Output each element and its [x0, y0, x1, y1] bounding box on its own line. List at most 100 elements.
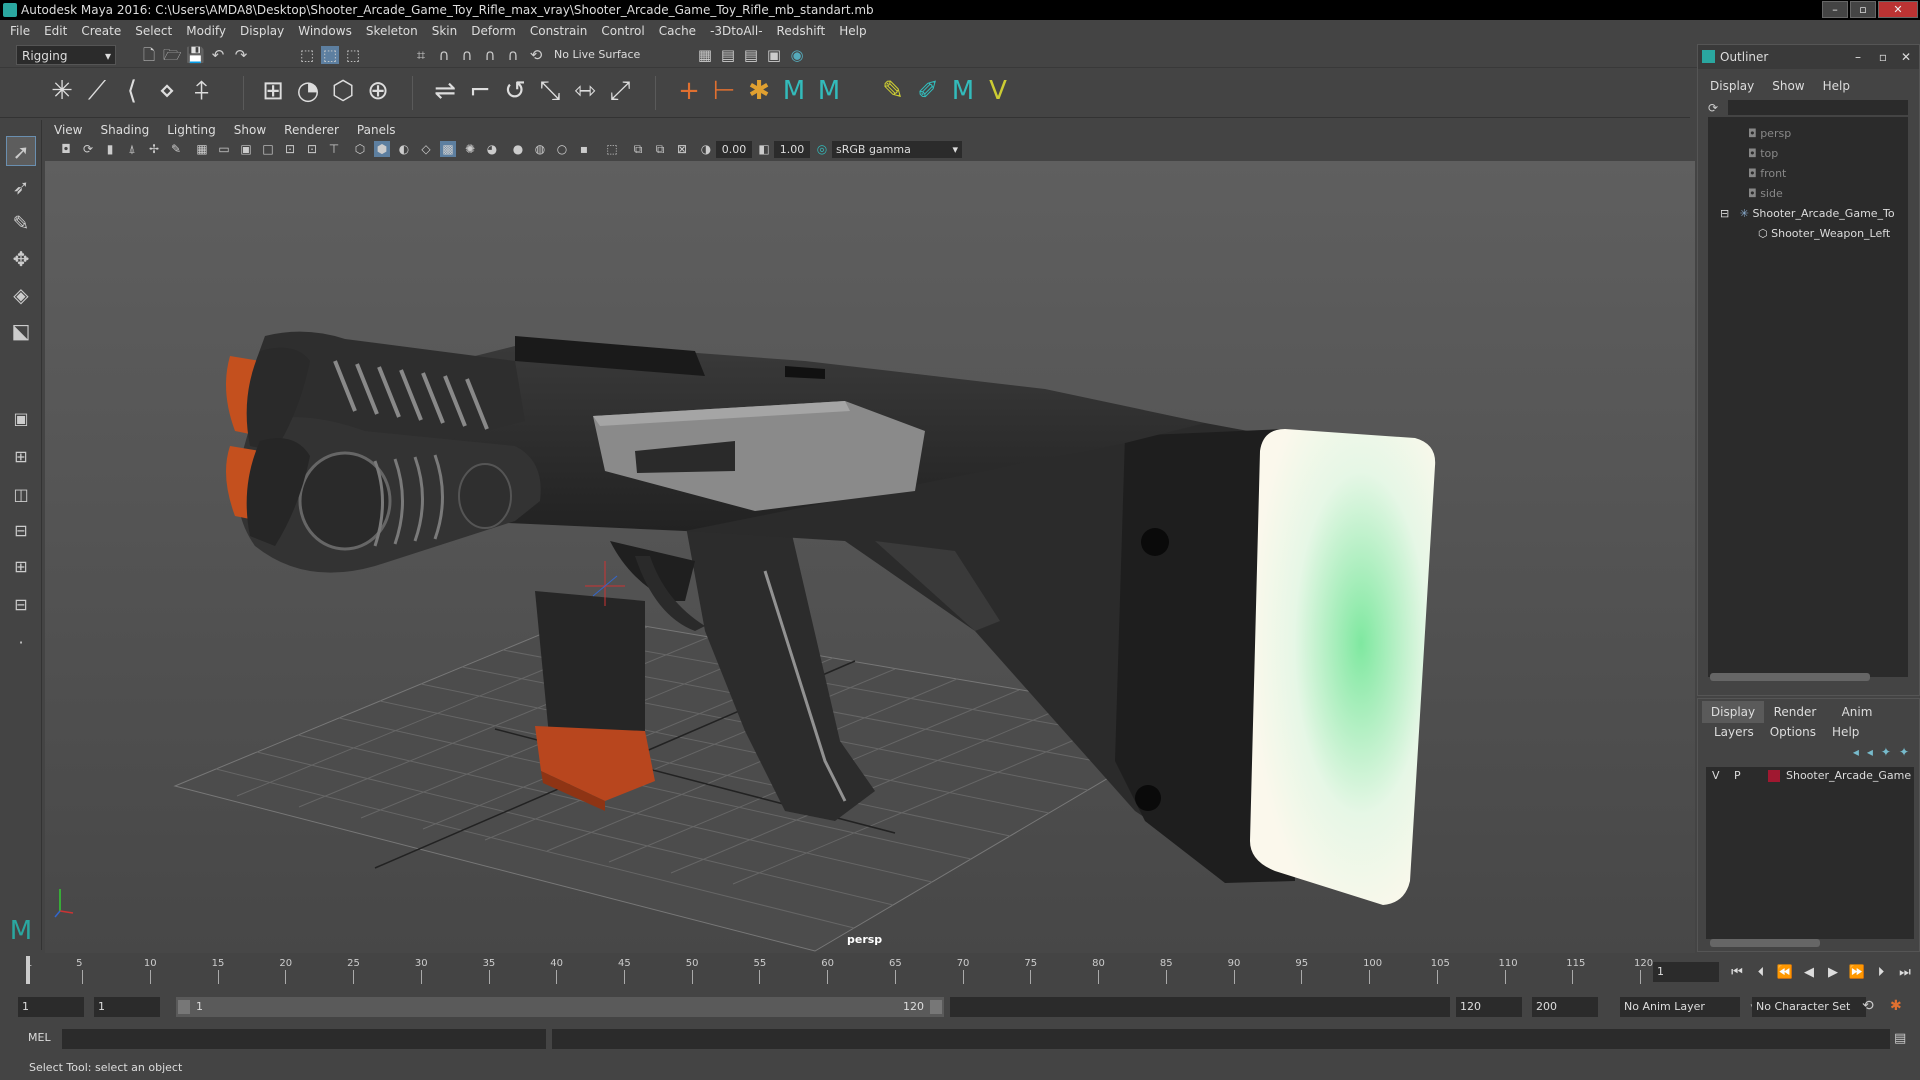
maya-tool-icon[interactable]: M — [777, 74, 811, 108]
outliner-search-input[interactable] — [1728, 100, 1908, 115]
panel-menu-view[interactable]: View — [54, 123, 82, 137]
exposure-field[interactable]: 0.00 — [716, 141, 752, 158]
bind-skin-icon[interactable]: ⊞ — [256, 74, 290, 108]
layer-menu-help[interactable]: Help — [1832, 725, 1859, 739]
select-component-icon[interactable]: ⬚ — [344, 46, 362, 64]
xray-icon[interactable]: ◇ — [418, 141, 434, 157]
close-icon[interactable]: ✕ — [1901, 45, 1911, 69]
menu-constrain[interactable]: Constrain — [530, 24, 588, 38]
time-slider[interactable]: 1510152025303540455055606570758085909510… — [0, 954, 1920, 988]
save-scene-icon[interactable]: 💾 — [186, 46, 205, 64]
menu-windows[interactable]: Windows — [298, 24, 352, 38]
move-layer-up-icon[interactable]: ◂ — [1853, 745, 1859, 759]
orient-constraint-icon[interactable]: ↺ — [498, 74, 532, 108]
go-to-end-icon[interactable]: ⏭ — [1896, 964, 1914, 982]
step-back-key-icon[interactable]: ⏪ — [1776, 964, 1794, 982]
maya-tool-icon[interactable]: M — [812, 74, 846, 108]
lattice-icon[interactable]: ⬡ — [326, 74, 360, 108]
layer-tab-display[interactable]: Display — [1702, 701, 1764, 723]
menu-edit[interactable]: Edit — [44, 24, 67, 38]
aim-constraint-icon[interactable]: ⌐ — [463, 74, 497, 108]
ambient-occlusion-icon[interactable]: ● — [510, 141, 526, 157]
vector-tool-icon[interactable]: V — [981, 74, 1015, 108]
render-current-icon[interactable]: ▤ — [742, 46, 760, 64]
color-management-icon[interactable]: ◎ — [814, 141, 830, 157]
panel-menu-shading[interactable]: Shading — [100, 123, 149, 137]
live-surface-icon[interactable]: ⟲ — [527, 46, 545, 64]
select-tool-icon[interactable]: ➚ — [6, 136, 36, 166]
command-input[interactable] — [62, 1029, 546, 1049]
hik-icon[interactable]: ✱ — [742, 74, 776, 108]
select-object-icon[interactable]: ⬚ — [321, 46, 339, 64]
redo-icon[interactable]: ↷ — [232, 46, 250, 64]
field-chart-icon[interactable]: ⊡ — [282, 141, 298, 157]
layer-row[interactable]: V P Shooter_Arcade_Game — [1706, 767, 1914, 785]
outliner-item-weapon-mesh[interactable]: ⬡ Shooter_Weapon_Left — [1758, 225, 1890, 243]
single-perspective-icon[interactable]: ▣ — [6, 404, 36, 434]
layer-tab-anim[interactable]: Anim — [1826, 701, 1888, 723]
collapse-icon[interactable]: ⊟ — [1720, 207, 1729, 220]
playback-start-field[interactable]: 1 — [94, 997, 160, 1017]
pencil-tool-icon[interactable]: ✎ — [876, 74, 910, 108]
layer-menu-layers[interactable]: Layers — [1714, 725, 1754, 739]
gamma-field[interactable]: 1.00 — [774, 141, 810, 158]
insert-joint-icon[interactable]: ⋄ — [150, 74, 184, 108]
joint-tool-icon[interactable]: ✳ — [45, 74, 79, 108]
layout-graph-icon[interactable]: ⊞ — [6, 552, 36, 582]
minimize-icon[interactable]: – — [1855, 45, 1861, 69]
panel-menu-show[interactable]: Show — [234, 123, 266, 137]
render-view-icon[interactable]: ▤ — [719, 46, 737, 64]
layer-menu-options[interactable]: Options — [1770, 725, 1816, 739]
brush-tool-icon[interactable]: ✐ — [911, 74, 945, 108]
four-view-icon[interactable]: ⊞ — [6, 442, 36, 472]
anim-layer-dropdown[interactable]: No Anim Layer ▾ — [1620, 997, 1756, 1017]
snap-point-icon[interactable]: ∩ — [458, 46, 476, 64]
layer-scrollbar[interactable] — [1710, 939, 1820, 947]
go-to-start-icon[interactable]: ⏮ — [1728, 964, 1746, 982]
snap-view-icon[interactable]: ∩ — [481, 46, 499, 64]
current-time-marker[interactable] — [26, 956, 30, 984]
lights-icon[interactable]: ✺ — [462, 141, 478, 157]
anti-aliasing-icon[interactable]: ○ — [554, 141, 570, 157]
camera-attributes-icon[interactable]: ⟳ — [80, 141, 96, 157]
paint-select-icon[interactable]: ✎ — [6, 208, 36, 238]
menu-control[interactable]: Control — [601, 24, 644, 38]
panel-menu-renderer[interactable]: Renderer — [284, 123, 339, 137]
character-set-dropdown[interactable]: No Character Set — [1752, 997, 1866, 1017]
paint-weights-icon[interactable]: ◔ — [291, 74, 325, 108]
wireframe-on-shaded-icon[interactable]: ◐ — [396, 141, 412, 157]
outliner-scrollbar[interactable] — [1710, 673, 1870, 681]
anim-end-field[interactable]: 200 — [1532, 997, 1598, 1017]
layer-color-swatch[interactable] — [1768, 770, 1780, 782]
menu-create[interactable]: Create — [81, 24, 121, 38]
wireframe-icon[interactable]: ⬡ — [352, 141, 368, 157]
menu-skeleton[interactable]: Skeleton — [366, 24, 418, 38]
animation-prefs-icon[interactable]: ✱ — [1890, 998, 1902, 1014]
outliner-menu-display[interactable]: Display — [1710, 79, 1754, 93]
open-scene-icon[interactable]: 🗁 — [163, 46, 182, 64]
layer-tab-render[interactable]: Render — [1764, 701, 1826, 723]
move-layer-down-icon[interactable]: ◂ — [1867, 745, 1873, 759]
minimize-button[interactable]: – — [1822, 1, 1848, 18]
cluster-icon[interactable]: ⊕ — [361, 74, 395, 108]
new-layer-icon[interactable]: ✦ — [1881, 745, 1891, 759]
menu-help[interactable]: Help — [839, 24, 866, 38]
lasso-tool-icon[interactable]: ➶ — [6, 172, 36, 202]
maya-tool-icon[interactable]: M — [946, 74, 980, 108]
filter-icon[interactable]: ⟳ — [1708, 100, 1724, 116]
layout-hypershade-icon[interactable]: ⊟ — [6, 590, 36, 620]
smooth-shade-icon[interactable]: ⬢ — [374, 141, 390, 157]
two-view-icon[interactable]: ◫ — [6, 480, 36, 510]
scale-constraint-icon[interactable]: ⤡ — [533, 74, 567, 108]
bookmark-icon[interactable]: ▮ — [102, 141, 118, 157]
outliner-item-front[interactable]: ◘ front — [1748, 165, 1786, 183]
xray-joints-icon[interactable]: ⧉ — [630, 141, 646, 157]
ik-handle-icon[interactable]: ⟋ — [80, 74, 114, 108]
step-forward-frame-icon[interactable]: ⏵ — [1872, 964, 1890, 982]
layer-visibility-toggle[interactable]: V — [1712, 767, 1720, 785]
menu-cache[interactable]: Cache — [659, 24, 696, 38]
scale-tool-icon[interactable]: ⬕ — [6, 316, 36, 346]
resolution-gate-icon[interactable]: ▣ — [238, 141, 254, 157]
outliner-item-side[interactable]: ◘ side — [1748, 185, 1783, 203]
outliner-item-rifle-group[interactable]: ⊟ ✳ Shooter_Arcade_Game_To — [1720, 205, 1895, 223]
